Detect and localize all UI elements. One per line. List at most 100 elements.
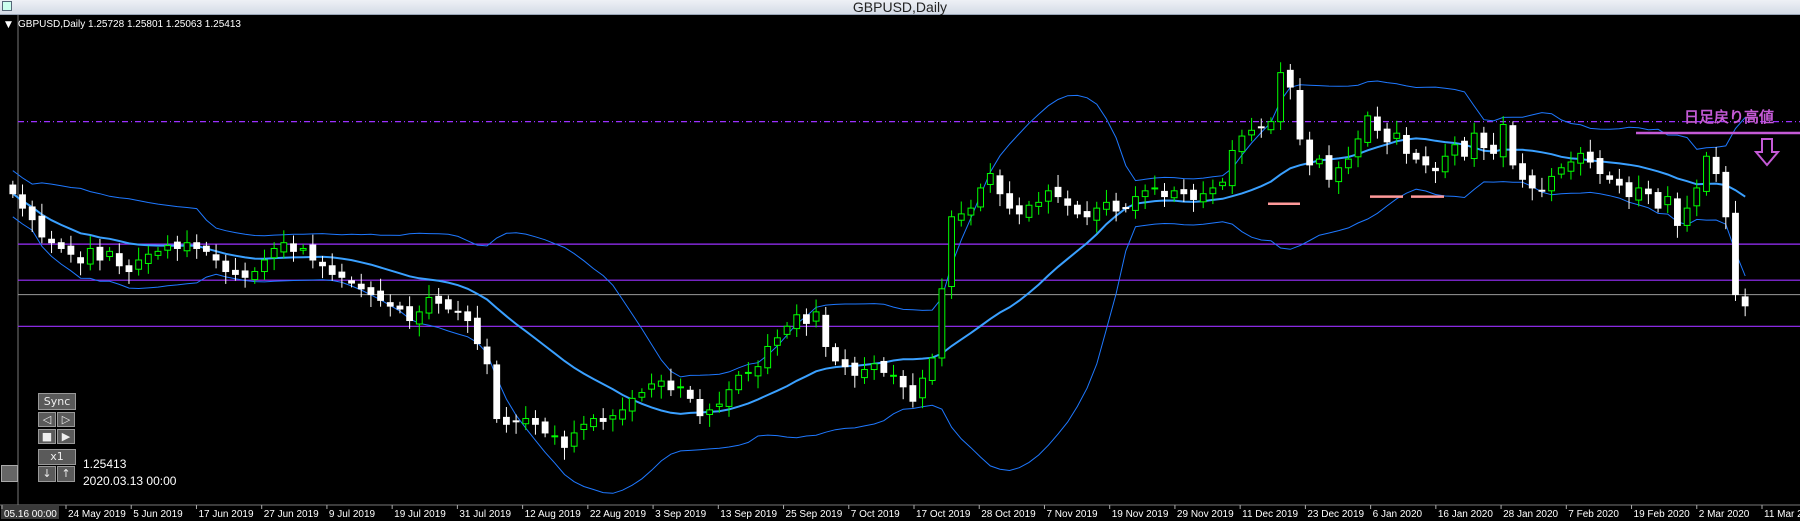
x-tick-label: 19 Nov 2019 bbox=[1112, 509, 1169, 520]
candle bbox=[1470, 122, 1478, 167]
candle-body bbox=[28, 206, 36, 221]
candle-body bbox=[1044, 190, 1052, 202]
candle bbox=[1422, 146, 1430, 174]
candle bbox=[193, 234, 201, 259]
candle-body bbox=[793, 314, 801, 330]
candle bbox=[551, 425, 559, 445]
candle bbox=[783, 321, 791, 339]
candle bbox=[1615, 168, 1623, 194]
candle bbox=[261, 249, 268, 280]
candle bbox=[425, 285, 433, 320]
candle-body bbox=[9, 184, 17, 195]
candle-body bbox=[319, 261, 326, 267]
candle-body bbox=[1480, 132, 1488, 149]
candle bbox=[454, 300, 462, 321]
candle bbox=[212, 244, 220, 269]
arrow-down-icon[interactable]: ↓ bbox=[38, 466, 56, 482]
candle bbox=[1490, 132, 1497, 160]
candle-body bbox=[106, 250, 114, 258]
x-tick-label: 7 Feb 2020 bbox=[1568, 509, 1619, 520]
candle-body bbox=[599, 418, 607, 422]
candle bbox=[706, 403, 714, 427]
candle-body bbox=[38, 215, 46, 238]
candle-body bbox=[86, 247, 94, 265]
speed-button[interactable]: x1 bbox=[38, 449, 76, 465]
price-chart[interactable]: 05.16 00:00 24 May 2019 5 Jun 2019 17 Jun 2… bbox=[0, 15, 1800, 521]
candle-body bbox=[154, 250, 162, 256]
candle bbox=[561, 430, 568, 460]
candle bbox=[319, 255, 326, 279]
candle-body bbox=[232, 269, 239, 275]
candle bbox=[754, 360, 762, 389]
candle-body bbox=[996, 175, 1004, 195]
candle-body bbox=[822, 314, 830, 347]
support-marks bbox=[1268, 195, 1444, 206]
candle-body bbox=[1703, 155, 1710, 192]
candle-body bbox=[183, 242, 191, 252]
candle-body bbox=[1199, 193, 1207, 203]
play-icon[interactable]: ▶ bbox=[57, 429, 75, 444]
candle-body bbox=[1528, 175, 1536, 189]
candle-body bbox=[1306, 139, 1314, 166]
candle bbox=[473, 305, 481, 350]
candle-body bbox=[909, 385, 917, 402]
candle bbox=[599, 408, 607, 430]
candle bbox=[1044, 184, 1052, 214]
candle bbox=[444, 295, 452, 314]
candle-body bbox=[77, 257, 84, 264]
candle-body bbox=[493, 364, 501, 420]
candle-body bbox=[1296, 90, 1304, 140]
step-back-icon[interactable]: ◁ bbox=[38, 412, 56, 427]
candle bbox=[1432, 162, 1439, 184]
candle-body bbox=[1596, 158, 1604, 175]
x-tick-label: 25 Sep 2019 bbox=[786, 509, 843, 520]
x-tick-label: 7 Nov 2019 bbox=[1046, 509, 1098, 520]
candle bbox=[1180, 179, 1188, 203]
sync-button[interactable]: Sync bbox=[38, 393, 76, 410]
candle-body bbox=[1722, 171, 1730, 218]
candle-body bbox=[1151, 187, 1159, 190]
candle bbox=[1083, 201, 1091, 226]
candle-body bbox=[1519, 163, 1526, 180]
horizontal-lines bbox=[18, 121, 1800, 327]
candle bbox=[793, 304, 801, 337]
candle bbox=[1461, 136, 1468, 161]
candle bbox=[415, 305, 423, 337]
x-tick-label: 13 Sep 2019 bbox=[720, 509, 777, 520]
candle-body bbox=[1141, 190, 1149, 198]
arrow-up-icon[interactable]: ↑ bbox=[57, 466, 75, 482]
candle-body bbox=[1006, 193, 1014, 209]
candle bbox=[1025, 200, 1033, 222]
candle bbox=[1635, 175, 1643, 207]
candle-body bbox=[715, 403, 723, 407]
candle-body bbox=[309, 244, 317, 261]
header-triangle-icon[interactable]: ▼ bbox=[5, 20, 12, 30]
candle-body bbox=[812, 311, 820, 322]
step-forward-icon[interactable]: ▷ bbox=[57, 412, 75, 427]
candle-body bbox=[648, 383, 655, 390]
candle bbox=[648, 373, 655, 398]
chart-shift-button[interactable] bbox=[1, 465, 18, 482]
candle bbox=[986, 163, 994, 193]
candle-body bbox=[1344, 158, 1352, 169]
candle bbox=[1199, 181, 1207, 209]
candle bbox=[67, 235, 75, 263]
candle-body bbox=[1112, 200, 1120, 212]
window-titlebar[interactable]: GBPUSD,Daily bbox=[0, 0, 1800, 15]
candle-body bbox=[1161, 190, 1168, 198]
candle bbox=[1644, 180, 1652, 205]
candle-body bbox=[1432, 167, 1439, 172]
candle bbox=[1219, 177, 1226, 190]
candle bbox=[938, 278, 946, 367]
candle bbox=[144, 245, 152, 274]
candle bbox=[715, 391, 723, 413]
candle-body bbox=[1374, 116, 1381, 131]
candle-body bbox=[503, 416, 510, 425]
candle-body bbox=[338, 271, 346, 278]
candle-body bbox=[115, 253, 123, 267]
x-tick-label: 23 Dec 2019 bbox=[1307, 509, 1364, 520]
stop-icon[interactable]: ■ bbox=[38, 429, 56, 444]
candle bbox=[764, 334, 772, 375]
candle bbox=[1712, 147, 1720, 182]
x-tick-label: 28 Oct 2019 bbox=[981, 509, 1036, 520]
